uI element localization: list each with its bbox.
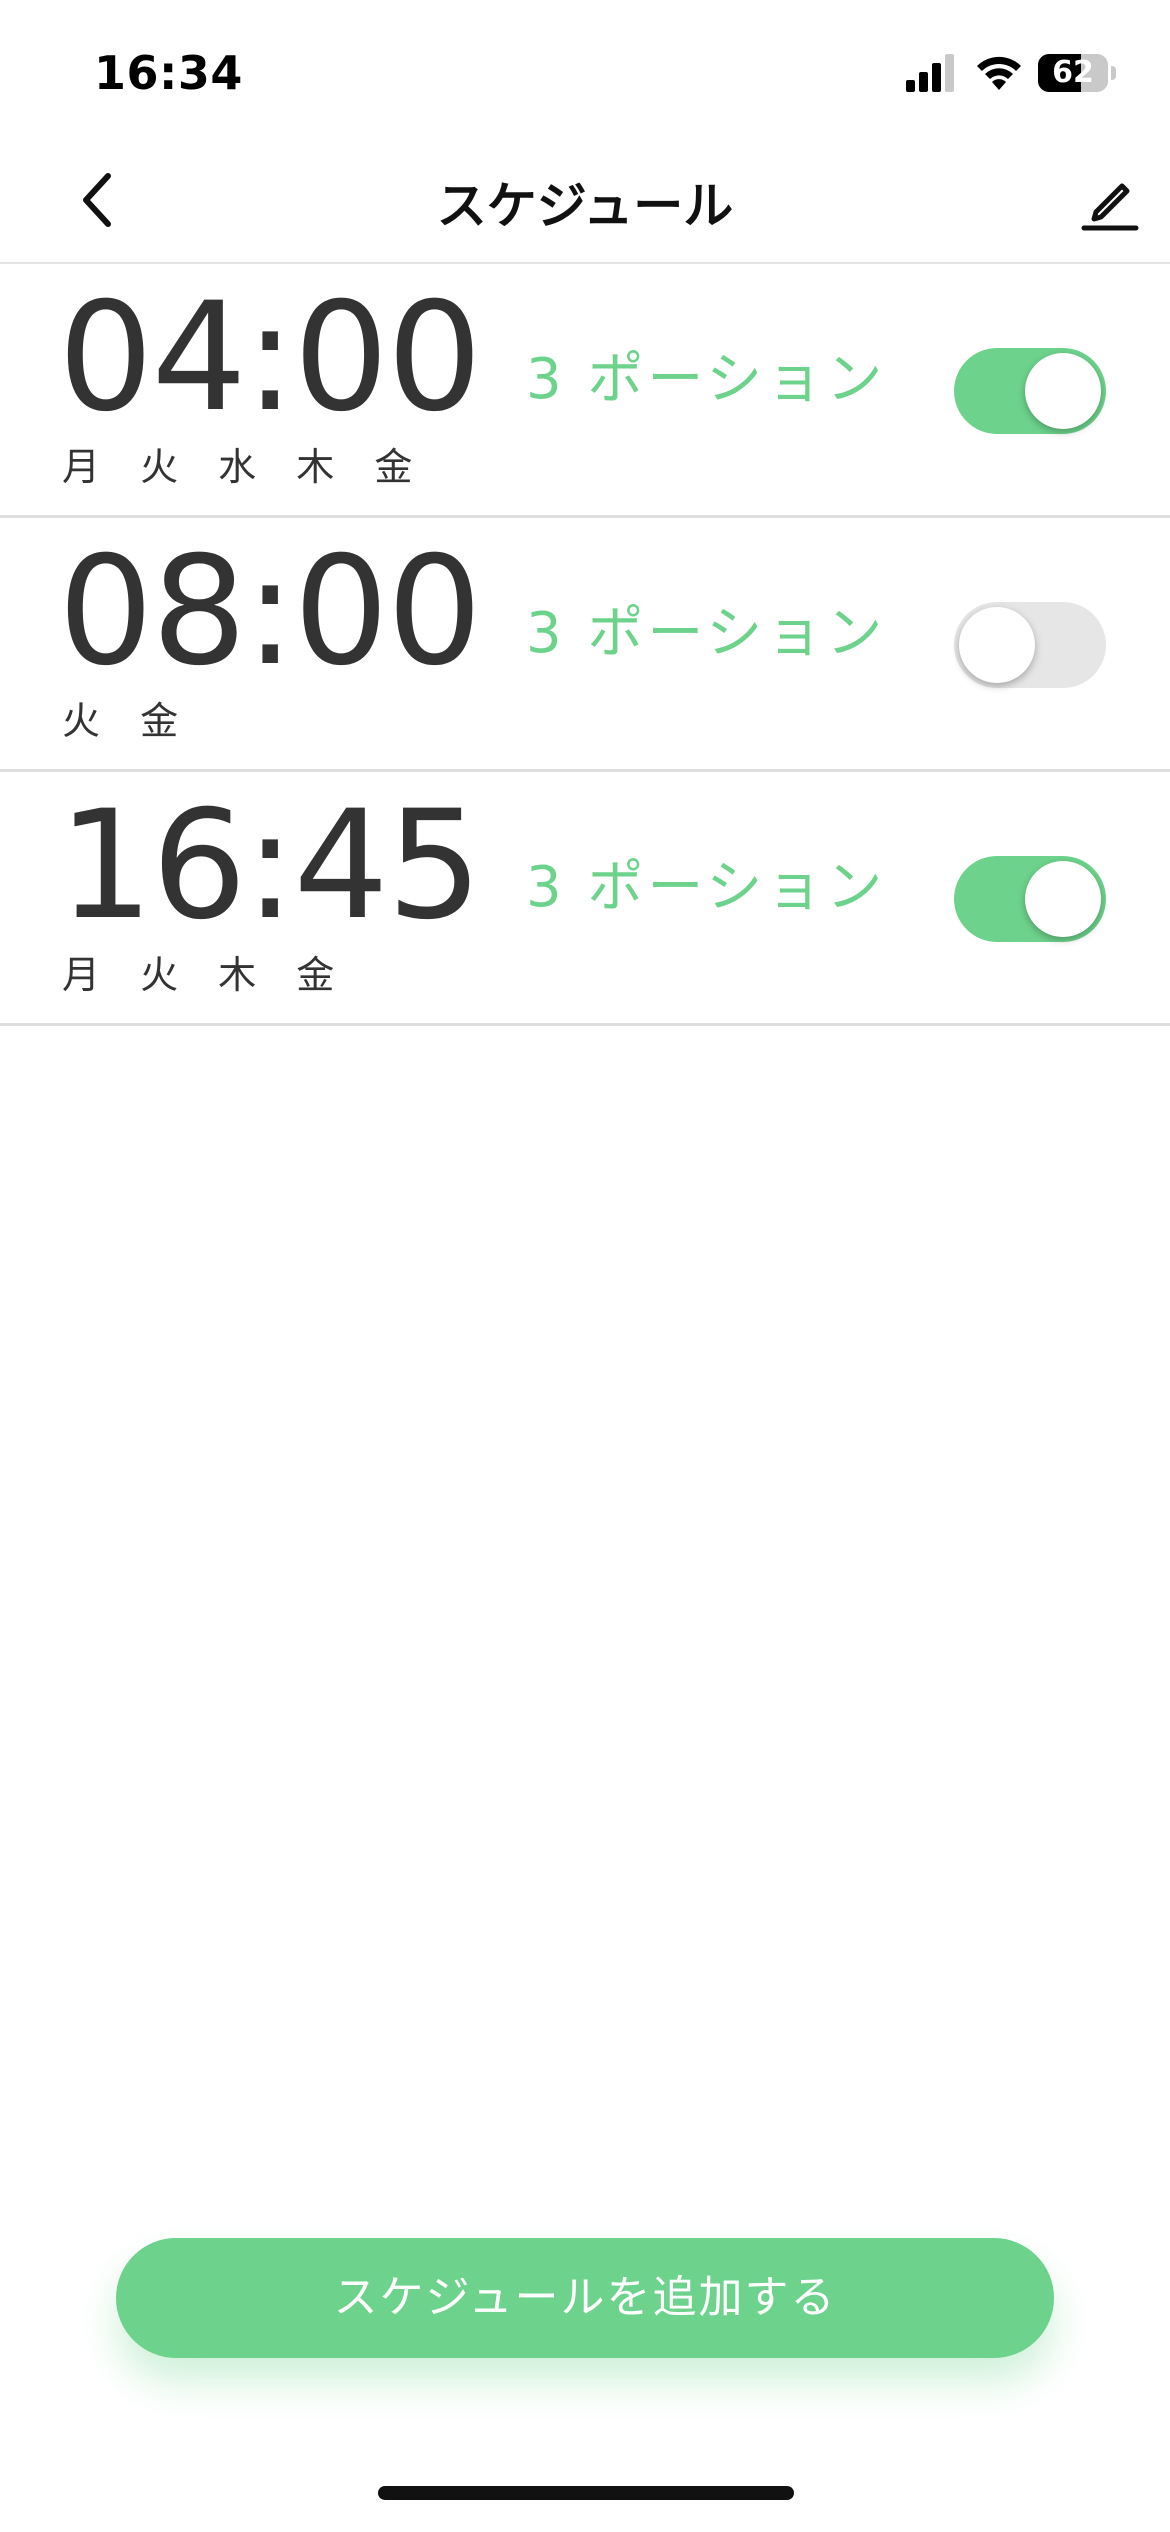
schedule-toggle[interactable]	[954, 856, 1106, 942]
chevron-left-icon	[83, 173, 111, 227]
schedule-list: 04:00 3 ポーション 月 火 水 木 金 08:00 3 ポーション 火 …	[0, 264, 1170, 1026]
schedule-toggle[interactable]	[954, 348, 1106, 434]
schedule-row[interactable]: 08:00 3 ポーション 火 金	[0, 518, 1170, 772]
schedule-toggle[interactable]	[954, 602, 1106, 688]
schedule-time: 04:00	[58, 271, 482, 445]
nav-bar: スケジュール	[0, 140, 1170, 264]
battery-icon: 62	[1038, 54, 1116, 92]
schedule-row[interactable]: 16:45 3 ポーション 月 火 木 金	[0, 772, 1170, 1026]
schedule-days: 月 火 水 木 金	[62, 445, 427, 489]
toggle-knob	[1025, 861, 1101, 937]
add-schedule-button[interactable]: スケジュールを追加する	[116, 2238, 1054, 2358]
toggle-knob	[1025, 353, 1101, 429]
schedule-portions: 3 ポーション	[526, 601, 887, 666]
schedule-time: 08:00	[58, 525, 482, 699]
toggle-knob	[959, 607, 1035, 683]
home-indicator	[378, 2486, 794, 2500]
pencil-icon	[1081, 183, 1139, 231]
schedule-portions: 3 ポーション	[526, 347, 887, 412]
status-time: 16:34	[94, 46, 243, 100]
back-button[interactable]	[60, 162, 136, 238]
battery-level: 62	[1052, 55, 1094, 90]
schedule-row[interactable]: 04:00 3 ポーション 月 火 水 木 金	[0, 264, 1170, 518]
wifi-icon	[977, 56, 1021, 90]
schedule-days: 月 火 木 金	[62, 953, 349, 997]
status-bar: 16:34 62	[0, 0, 1170, 140]
signal-icon	[906, 54, 954, 92]
edit-button[interactable]	[1070, 164, 1150, 240]
schedule-portions: 3 ポーション	[526, 855, 887, 920]
page-title: スケジュール	[436, 177, 734, 235]
schedule-days: 火 金	[62, 699, 193, 743]
schedule-time: 16:45	[58, 779, 482, 953]
